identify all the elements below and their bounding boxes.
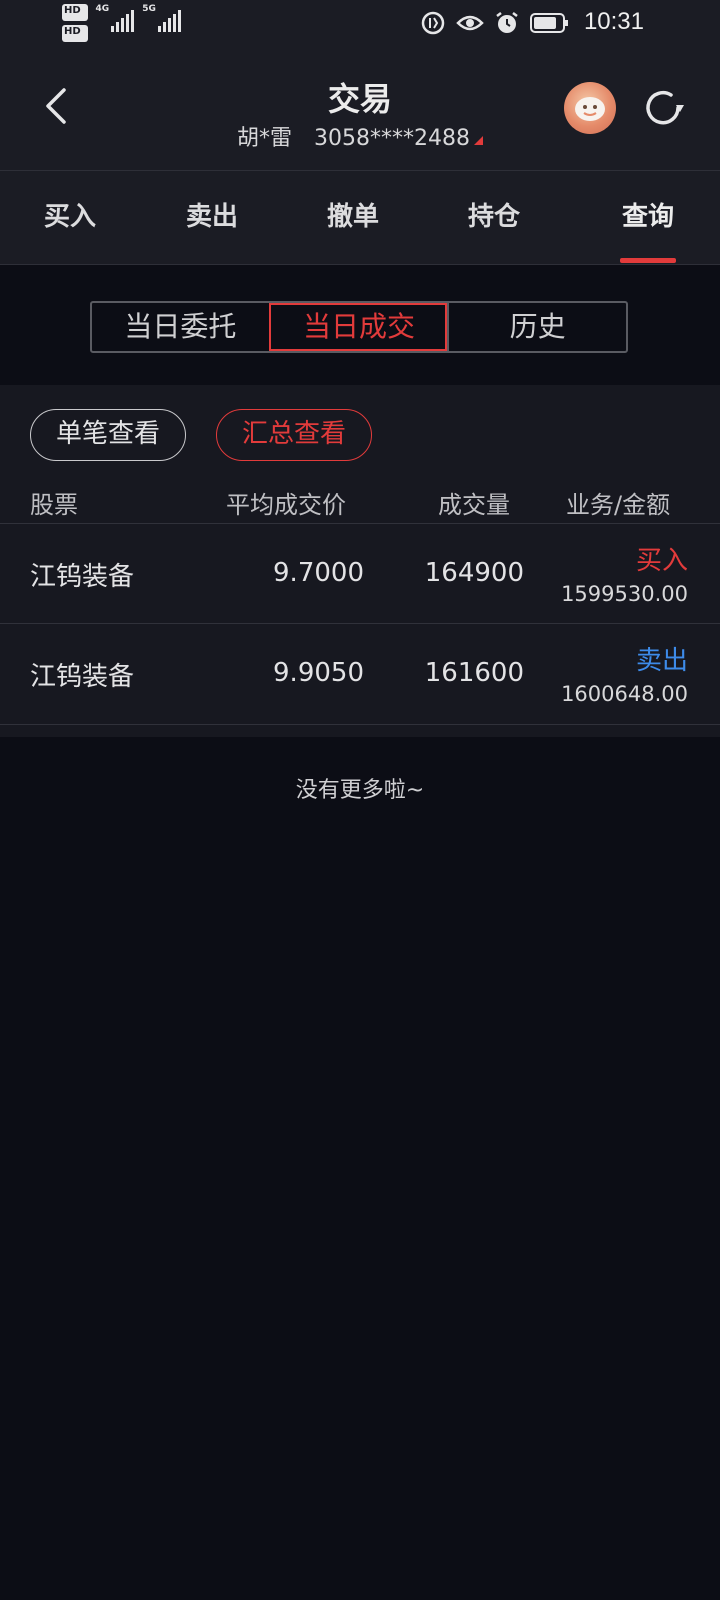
account-dropdown-icon: [474, 136, 483, 145]
status-bar: HD1 HD2 4G 5G 10:31: [0, 0, 720, 52]
tab-cancel[interactable]: 撤单: [293, 171, 413, 264]
battery-icon: [530, 13, 568, 33]
single-view-button[interactable]: 单笔查看: [30, 409, 186, 461]
status-icons: [420, 10, 570, 36]
avg-price: 9.7000: [273, 558, 364, 588]
sim1-hd-badge: HD1: [62, 4, 88, 21]
column-header-business-amount: 业务/金额: [566, 491, 671, 519]
table-row[interactable]: 江钨装备 9.7000 164900 买入 1599530.00: [0, 523, 720, 624]
sim2-hd-badge: HD2: [62, 25, 88, 42]
eye-icon: [456, 15, 484, 31]
trades-panel: 单笔查看 汇总查看 股票 平均成交价 成交量 业务/金额 江钨装备 9.7000…: [0, 385, 720, 737]
query-segmented-control: 当日委托 当日成交 历史: [90, 301, 628, 353]
avg-price: 9.9050: [273, 658, 364, 688]
business-type: 卖出: [635, 646, 688, 676]
tab-sell[interactable]: 卖出: [152, 171, 272, 264]
stock-name: 江钨装备: [30, 662, 135, 692]
tab-positions[interactable]: 持仓: [434, 171, 554, 264]
sim1-signal-icon: 4G: [96, 4, 135, 32]
trade-volume: 161600: [424, 658, 524, 688]
column-header-volume: 成交量: [438, 491, 510, 519]
trade-amount: 1600648.00: [561, 682, 688, 706]
business-type: 买入: [635, 546, 688, 576]
clock: 10:31: [583, 8, 644, 35]
sim2-signal-icon: 5G: [142, 4, 181, 32]
account-name: 胡*雷: [237, 126, 293, 151]
mascot-icon: [575, 97, 605, 121]
tab-query[interactable]: 查询: [588, 171, 708, 264]
trade-tab-bar: 买入 卖出 撤单 持仓 查询: [0, 171, 720, 265]
signal-indicators: HD1 HD2 4G 5G: [62, 4, 181, 42]
segment-today-orders[interactable]: 当日委托: [92, 303, 269, 351]
stock-name: 江钨装备: [30, 562, 135, 592]
active-tab-indicator: [620, 258, 676, 263]
table-row[interactable]: 江钨装备 9.9050 161600 卖出 1600648.00: [0, 623, 720, 725]
trade-volume: 164900: [424, 558, 524, 588]
column-header-avg-price: 平均成交价: [226, 491, 346, 519]
query-segment-area: 当日委托 当日成交 历史: [0, 265, 720, 385]
no-more-text: 没有更多啦~: [295, 778, 425, 803]
summary-view-button[interactable]: 汇总查看: [216, 409, 372, 461]
trade-amount: 1599530.00: [561, 582, 688, 606]
data-saver-icon: [421, 11, 445, 35]
column-header-stock: 股票: [30, 491, 78, 519]
alarm-icon: [496, 12, 518, 33]
refresh-icon[interactable]: [640, 85, 686, 131]
account-number: 3058****2488: [314, 126, 470, 151]
app-header: 交易 胡*雷 3058****2488: [0, 52, 720, 171]
segment-history[interactable]: 历史: [447, 303, 626, 351]
segment-today-trades[interactable]: 当日成交: [268, 303, 448, 351]
tab-buy[interactable]: 买入: [10, 171, 130, 264]
avatar[interactable]: [564, 82, 616, 134]
